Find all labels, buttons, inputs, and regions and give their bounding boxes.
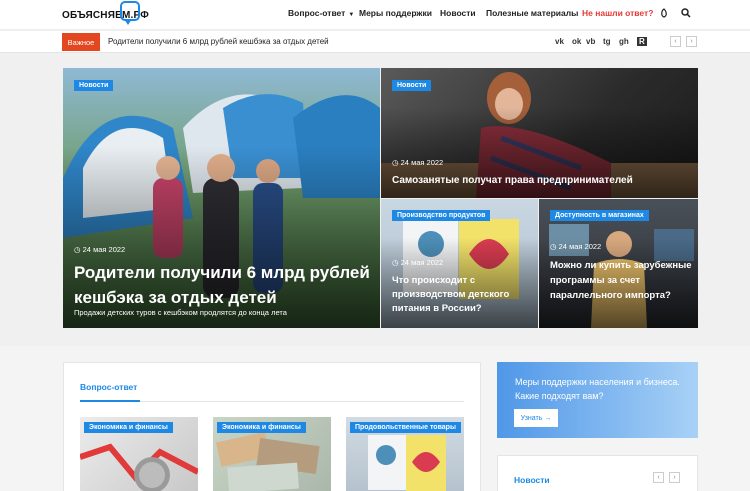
telegram-icon[interactable]: tg: [603, 37, 611, 46]
hero-top-right-card[interactable]: Новости ◷ 24 мая 2022 Самозанятые получа…: [381, 68, 698, 198]
qa-card[interactable]: Экономика и финансы: [80, 417, 198, 491]
category-badge[interactable]: Новости: [392, 80, 432, 91]
category-badge[interactable]: Экономика и финансы: [217, 422, 306, 433]
ticker-badge: Важное: [62, 33, 100, 51]
ticker-prev-button[interactable]: ‹: [670, 36, 681, 47]
news-next-button[interactable]: ›: [669, 472, 680, 483]
qa-section-title[interactable]: Вопрос-ответ: [80, 382, 137, 392]
breaking-ticker: Важное Родители получили 6 млрд рублей к…: [0, 31, 750, 53]
globe-icon[interactable]: gh: [619, 37, 629, 46]
vk-icon[interactable]: vk: [555, 37, 564, 46]
support-promo-banner[interactable]: Меры поддержки населения и бизнеса. Каки…: [497, 362, 698, 438]
news-widget-title[interactable]: Новости: [514, 475, 550, 485]
search-icon[interactable]: [679, 6, 693, 20]
site-header: ОБЪЯСНЯЕМ.РФ Вопрос-ответ ▼ Меры поддержк…: [0, 0, 750, 30]
ok-icon[interactable]: ok: [572, 37, 581, 46]
hero-bottom-left-card[interactable]: Производство продуктов ◷ 24 мая 2022 Что…: [381, 199, 538, 328]
nav-news[interactable]: Новости: [440, 8, 476, 18]
hero-bottom-right-title[interactable]: Можно ли купить зарубежные программы за …: [550, 258, 696, 303]
nav-not-found[interactable]: Не нашли ответ?: [582, 8, 653, 18]
hero-top-right-title[interactable]: Самозанятые получат права предпринимател…: [392, 174, 692, 188]
hero-main-subtitle: Продажи детских туров с кешбэком продлят…: [74, 308, 287, 317]
speech-bubble-icon: [120, 1, 140, 25]
ticker-headline[interactable]: Родители получили 6 млрд рублей кешбэка …: [108, 37, 329, 46]
hero-bottom-left-title[interactable]: Что происходит с производством детского …: [392, 274, 537, 316]
nav-qa[interactable]: Вопрос-ответ ▼: [288, 8, 354, 18]
qa-card[interactable]: Продовольственные товары: [346, 417, 464, 491]
rutube-icon[interactable]: R: [637, 37, 647, 46]
dark-mode-icon[interactable]: [657, 6, 671, 20]
category-badge[interactable]: Доступность в магазинах: [550, 210, 649, 221]
category-badge[interactable]: Новости: [74, 80, 114, 91]
qa-card[interactable]: Экономика и финансы: [213, 417, 331, 491]
nav-support[interactable]: Меры поддержки: [359, 8, 432, 18]
hero-bottom-right-card[interactable]: Доступность в магазинах ◷ 24 мая 2022 Мо…: [539, 199, 698, 328]
post-date: ◷ 24 мая 2022: [74, 245, 126, 254]
nav-materials[interactable]: Полезные материалы: [486, 8, 578, 18]
post-date: ◷ 24 мая 2022: [392, 258, 444, 267]
category-badge[interactable]: Продовольственные товары: [350, 422, 461, 433]
category-badge[interactable]: Производство продуктов: [392, 210, 491, 221]
ticker-next-button[interactable]: ›: [686, 36, 697, 47]
viber-icon[interactable]: vb: [586, 37, 595, 46]
qa-section: Вопрос-ответ Экономика и финансы Экономи…: [63, 362, 481, 491]
post-date: ◷ 24 мая 2022: [392, 158, 444, 167]
promo-learn-button[interactable]: Узнать →: [514, 409, 558, 427]
news-widget: Новости ‹ ›: [497, 455, 698, 491]
caret-down-icon: ▼: [348, 12, 355, 18]
hero-main-title[interactable]: Родители получили 6 млрд рублей кешбэка …: [74, 260, 374, 310]
category-badge[interactable]: Экономика и финансы: [84, 422, 173, 433]
news-prev-button[interactable]: ‹: [653, 472, 664, 483]
post-date: ◷ 24 мая 2022: [550, 242, 602, 251]
site-logo[interactable]: ОБЪЯСНЯЕМ.РФ: [62, 1, 149, 27]
promo-text: Меры поддержки населения и бизнеса. Каки…: [515, 377, 680, 401]
hero-main-card[interactable]: Новости ◷ 24 мая 2022 Родители получили …: [63, 68, 380, 328]
